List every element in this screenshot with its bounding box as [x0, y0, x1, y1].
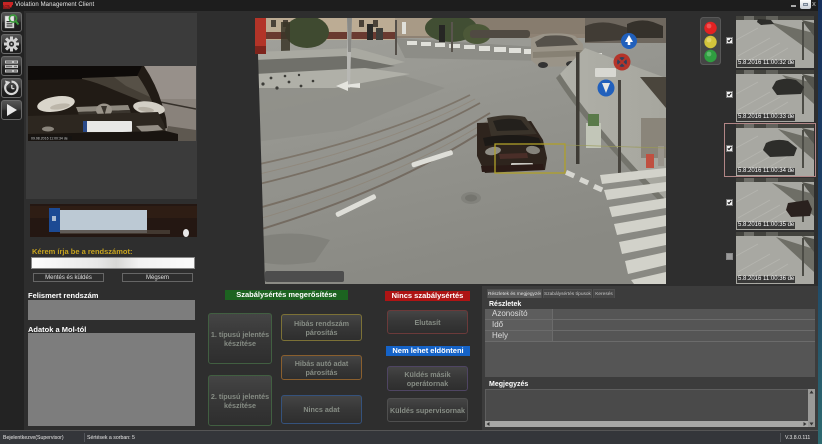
svg-text:09.08.2016 11:00:34 de: 09.08.2016 11:00:34 de [31, 137, 68, 141]
